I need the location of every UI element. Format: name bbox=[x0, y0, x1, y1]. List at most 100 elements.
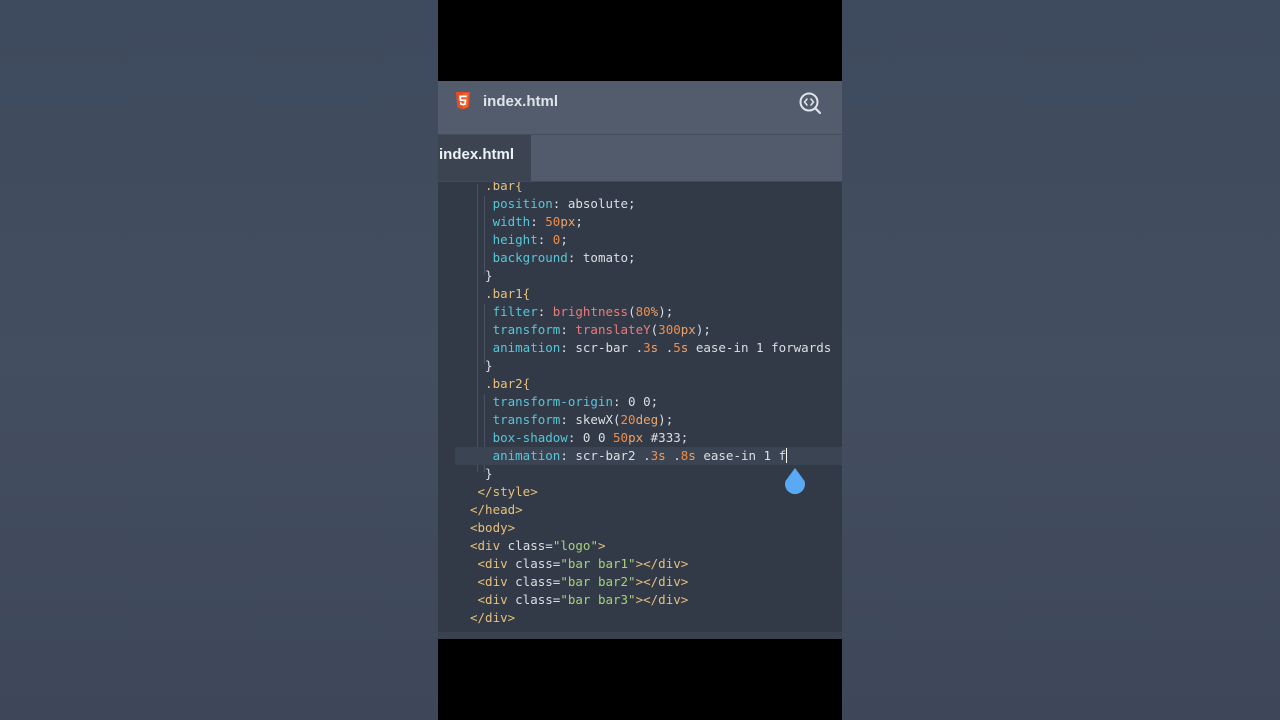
code-token: <body> bbox=[470, 520, 516, 535]
code-token: translateY bbox=[575, 322, 651, 337]
code-line[interactable]: </div> bbox=[438, 609, 842, 627]
code-token: ; bbox=[560, 232, 568, 247]
code-line[interactable]: } bbox=[438, 357, 842, 375]
code-token: ; bbox=[575, 214, 583, 229]
code-token: class bbox=[515, 574, 553, 589]
code-line[interactable]: transform-origin: 0 0; bbox=[438, 393, 842, 411]
code-token: : 0 0; bbox=[613, 394, 659, 409]
code-line[interactable]: .bar{ bbox=[438, 182, 842, 195]
tab-label: index.html bbox=[439, 146, 515, 163]
code-line[interactable]: height: 0; bbox=[438, 231, 842, 249]
tab-index-html[interactable]: index.html bbox=[438, 135, 531, 181]
code-token: ); bbox=[695, 322, 711, 337]
code-line[interactable]: <div class="bar bar2"></div> bbox=[438, 573, 842, 591]
code-token: position bbox=[492, 196, 553, 211]
code-line[interactable]: animation: scr-bar .3s .5s ease-in 1 for… bbox=[438, 339, 842, 357]
code-token: "bar bar2" bbox=[560, 574, 636, 589]
code-token: brightness bbox=[552, 304, 629, 319]
code-line[interactable]: background: tomato; bbox=[438, 249, 842, 267]
code-token: transform bbox=[492, 412, 561, 427]
code-token: 20 bbox=[620, 412, 636, 427]
code-line[interactable]: position: absolute; bbox=[438, 195, 842, 213]
code-token: : 0 0 bbox=[567, 430, 613, 445]
code-token: 300 bbox=[658, 322, 681, 337]
code-line[interactable]: </head> bbox=[438, 501, 842, 519]
phone-screen: index.html index.html .bar{ position: ab… bbox=[438, 0, 842, 720]
code-line[interactable]: <div class="bar bar1"></div> bbox=[438, 555, 842, 573]
background-left bbox=[0, 0, 438, 720]
code-line[interactable]: <body> bbox=[438, 519, 842, 537]
file-header: index.html bbox=[438, 81, 842, 135]
code-line[interactable]: .bar2{ bbox=[438, 375, 842, 393]
code-token: : bbox=[530, 214, 546, 229]
code-token: transform bbox=[492, 322, 561, 337]
code-token: 80 bbox=[635, 304, 651, 319]
code-token: .bar{ bbox=[470, 182, 523, 193]
code-token: class bbox=[515, 556, 553, 571]
code-token: : scr-bar . bbox=[560, 340, 644, 355]
code-token: ></div> bbox=[635, 592, 689, 607]
code-line[interactable]: transform: skewX(20deg); bbox=[438, 411, 842, 429]
code-line[interactable]: transform: translateY(300px); bbox=[438, 321, 842, 339]
code-token: = bbox=[545, 538, 553, 553]
code-token: : tomato; bbox=[567, 250, 636, 265]
code-editor-app: index.html index.html .bar{ position: ab… bbox=[438, 81, 842, 639]
code-preview-icon[interactable] bbox=[798, 91, 822, 115]
code-token: : scr-bar2 . bbox=[560, 448, 651, 463]
code-token: transform-origin bbox=[492, 394, 613, 409]
code-line[interactable]: <div class="bar bar3"></div> bbox=[438, 591, 842, 609]
code-token: . bbox=[665, 448, 681, 463]
code-area[interactable]: .bar{ position: absolute; width: 50px; h… bbox=[438, 182, 842, 632]
code-token: class bbox=[515, 592, 553, 607]
code-line[interactable]: } bbox=[438, 267, 842, 285]
code-token: filter bbox=[492, 304, 538, 319]
code-line[interactable]: width: 50px; bbox=[438, 213, 842, 231]
code-token: deg bbox=[635, 412, 659, 427]
code-token: <div bbox=[470, 538, 508, 553]
code-token: background bbox=[492, 250, 568, 265]
code-line[interactable]: box-shadow: 0 0 50px #333; bbox=[438, 429, 842, 447]
code-token: 50 bbox=[613, 430, 629, 445]
code-token: "bar bar3" bbox=[560, 592, 636, 607]
code-token: ( bbox=[628, 304, 636, 319]
code-line[interactable]: } bbox=[438, 465, 842, 483]
code-line[interactable]: <div class="logo"> bbox=[438, 537, 842, 555]
code-token: : absolute; bbox=[552, 196, 636, 211]
code-token: <div bbox=[470, 556, 516, 571]
code-token: 50 bbox=[545, 214, 561, 229]
code-token: px bbox=[560, 214, 576, 229]
code-token: .bar2{ bbox=[470, 376, 531, 391]
drop-cursor-handle[interactable] bbox=[784, 467, 806, 495]
tab-bar: index.html bbox=[438, 135, 842, 182]
code-token: </head> bbox=[470, 502, 523, 517]
code-token: : skewX( bbox=[560, 412, 621, 427]
code-token: } bbox=[470, 268, 493, 283]
code-line[interactable]: .bar1{ bbox=[438, 285, 842, 303]
code-token: > bbox=[597, 538, 606, 553]
code-line[interactable]: filter: brightness(80%); bbox=[438, 303, 842, 321]
code-token: #333; bbox=[643, 430, 689, 445]
horizontal-scrollbar[interactable] bbox=[438, 632, 842, 639]
code-token: ); bbox=[658, 304, 674, 319]
code-line[interactable]: animation: scr-bar2 .3s .8s ease-in 1 f bbox=[455, 447, 842, 465]
code-line[interactable]: </style> bbox=[438, 483, 842, 501]
code-token: s bbox=[658, 448, 666, 463]
